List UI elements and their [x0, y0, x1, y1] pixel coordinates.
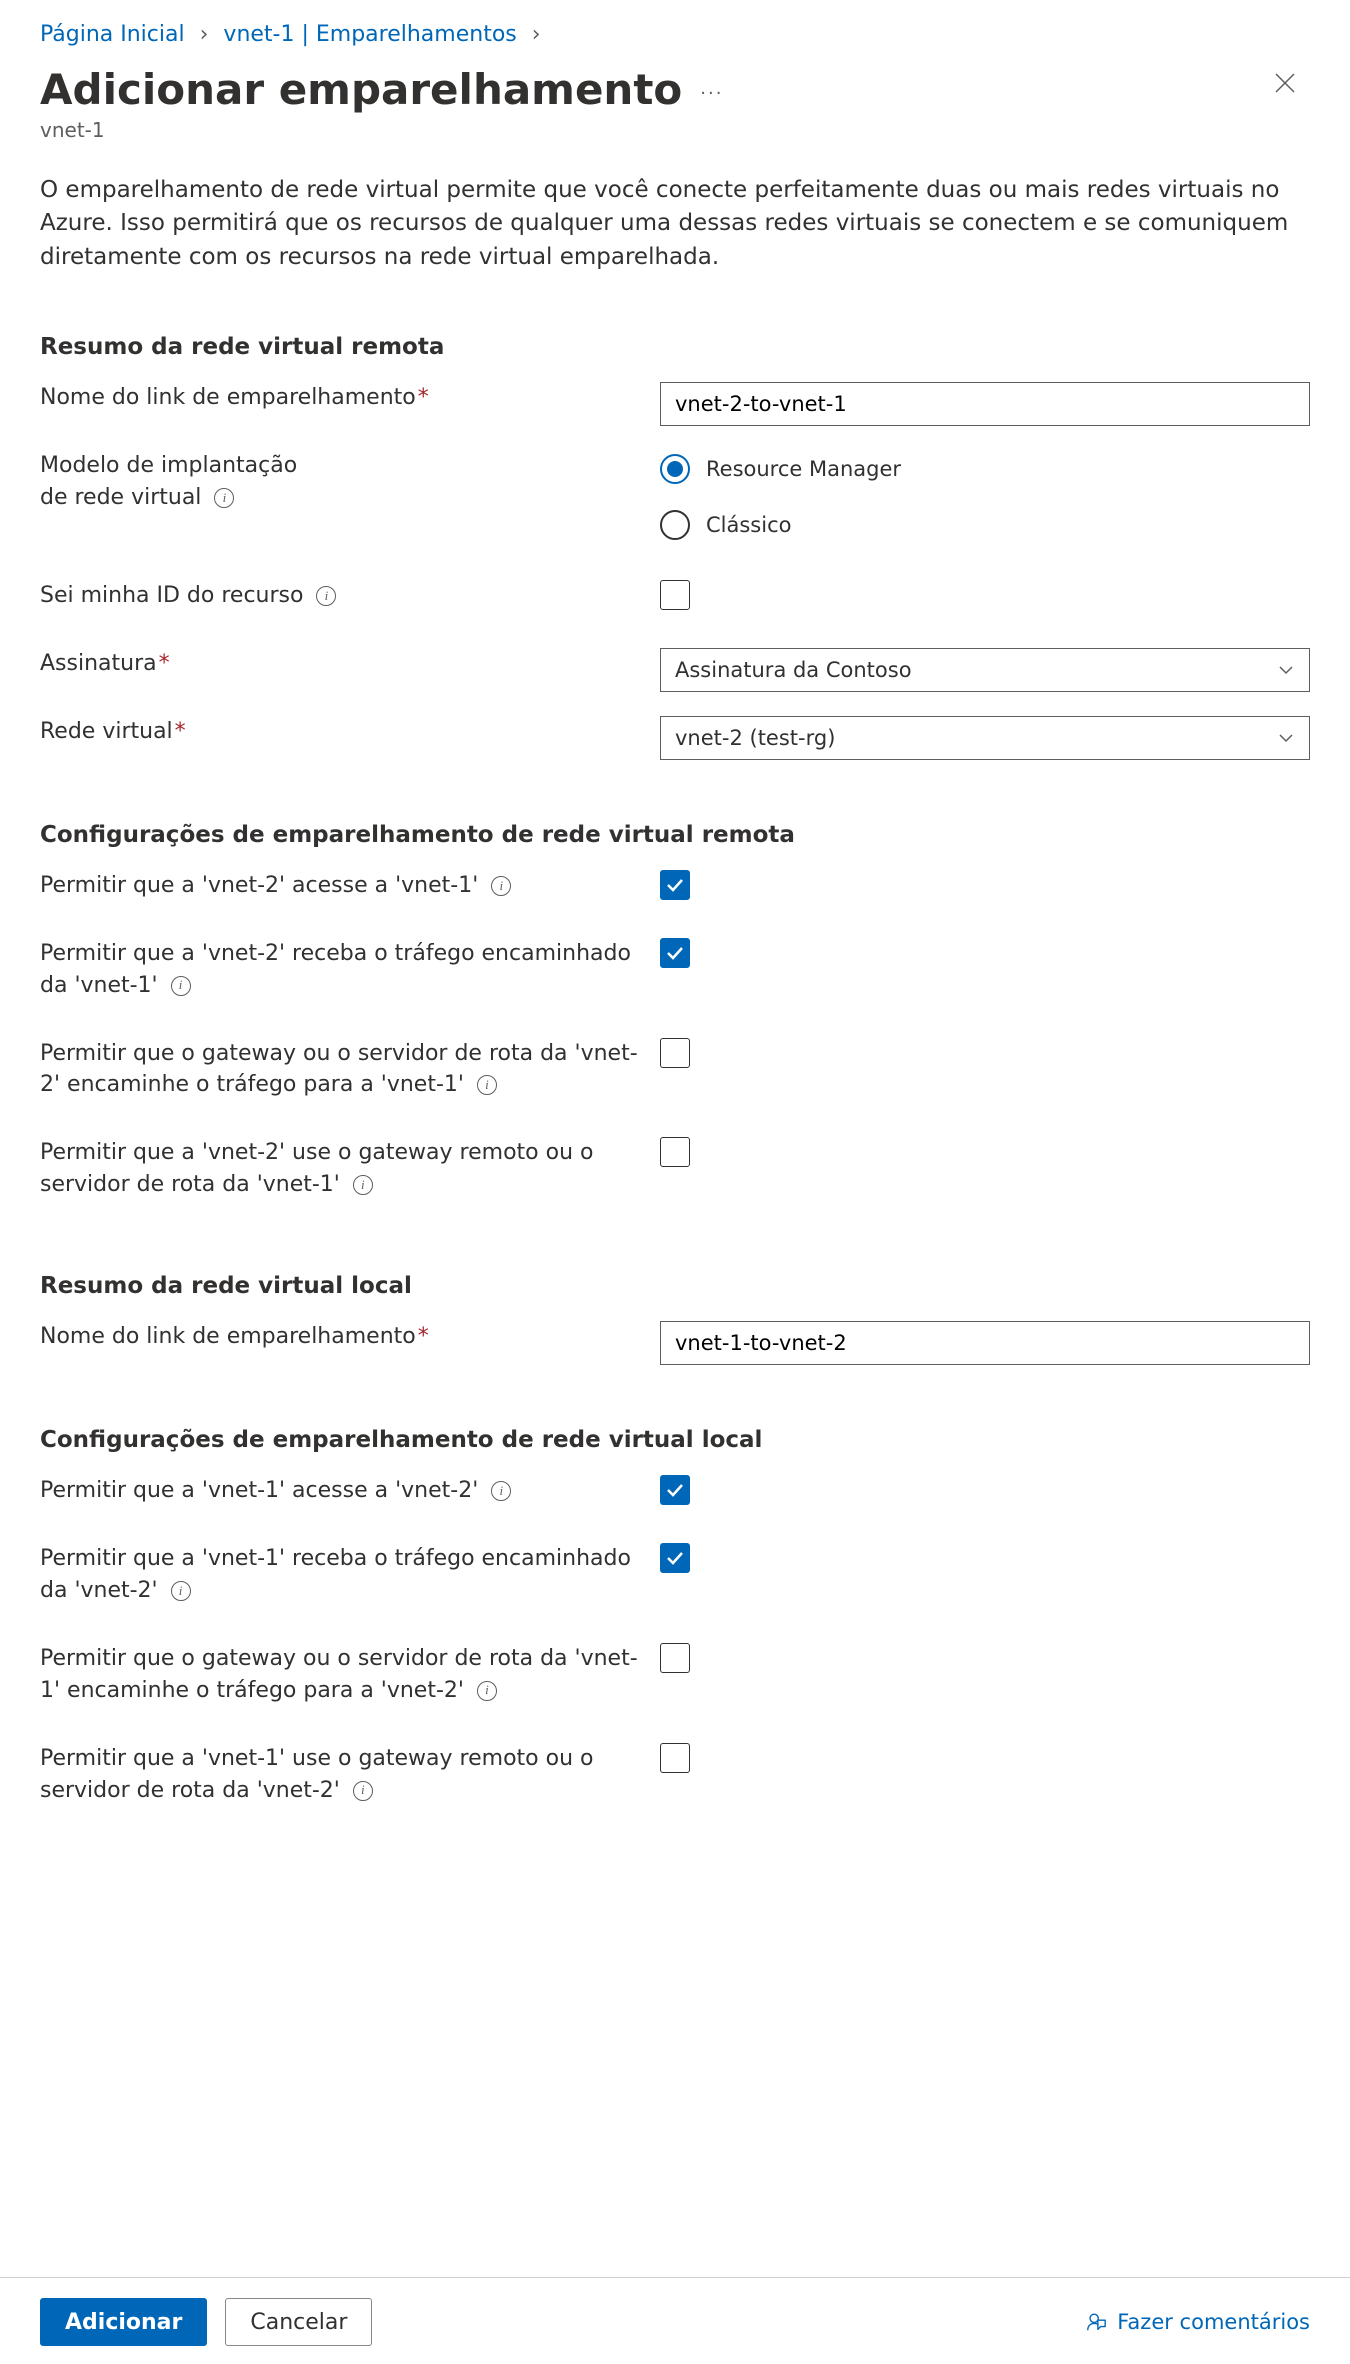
radio-resource-manager[interactable]: Resource Manager: [660, 454, 1310, 484]
chevron-right-icon: ›: [524, 22, 549, 47]
label-remote-link-name: Nome do link de emparelhamento: [40, 385, 416, 410]
label-remote-allow-forwarded: Permitir que a 'vnet-2' receba o tráfego…: [40, 941, 631, 998]
radio-button-unchecked-icon: [660, 510, 690, 540]
feedback-label: Fazer comentários: [1117, 2310, 1310, 2334]
required-indicator: *: [416, 1324, 429, 1349]
more-menu-icon[interactable]: ···: [700, 75, 723, 104]
required-indicator: *: [173, 719, 186, 744]
required-indicator: *: [416, 385, 429, 410]
cancel-button[interactable]: Cancelar: [225, 2298, 372, 2346]
chevron-down-icon: [1277, 661, 1295, 679]
close-icon: [1274, 72, 1296, 94]
info-icon[interactable]: i: [491, 1481, 511, 1501]
chevron-right-icon: ›: [192, 22, 217, 47]
checkbox-local-allow-access[interactable]: [660, 1475, 690, 1505]
footer-bar: Adicionar Cancelar Fazer comentários: [0, 2277, 1350, 2364]
checkbox-remote-allow-forwarded[interactable]: [660, 938, 690, 968]
checkmark-icon: [665, 1548, 685, 1568]
section-local-settings-title: Configurações de emparelhamento de rede …: [0, 1377, 1350, 1463]
checkbox-remote-allow-access[interactable]: [660, 870, 690, 900]
breadcrumb-home[interactable]: Página Inicial: [40, 22, 185, 47]
label-local-link-name: Nome do link de emparelhamento: [40, 1324, 416, 1349]
label-deployment-model-line1: Modelo de implantação: [40, 453, 297, 478]
required-indicator: *: [157, 651, 170, 676]
checkbox-local-use-gateway[interactable]: [660, 1743, 690, 1773]
radio-classic-label: Clássico: [706, 513, 791, 537]
info-icon[interactable]: i: [477, 1681, 497, 1701]
checkbox-know-resource-id[interactable]: [660, 580, 690, 610]
breadcrumb-vnet-peerings[interactable]: vnet-1 | Emparelhamentos: [223, 22, 516, 47]
label-remote-gateway-forward: Permitir que o gateway ou o servidor de …: [40, 1041, 638, 1098]
remote-link-name-input[interactable]: [660, 382, 1310, 426]
radio-classic[interactable]: Clássico: [660, 510, 1310, 540]
page-title: Adicionar emparelhamento: [40, 65, 682, 114]
label-local-allow-forwarded: Permitir que a 'vnet-1' receba o tráfego…: [40, 1546, 631, 1603]
label-know-resource-id: Sei minha ID do recurso: [40, 583, 303, 608]
info-icon[interactable]: i: [316, 586, 336, 606]
label-local-use-gateway: Permitir que a 'vnet-1' use o gateway re…: [40, 1746, 593, 1803]
section-local-summary-title: Resumo da rede virtual local: [0, 1213, 1350, 1309]
label-remote-use-gateway: Permitir que a 'vnet-2' use o gateway re…: [40, 1140, 593, 1197]
section-remote-summary-title: Resumo da rede virtual remota: [0, 274, 1350, 370]
subscription-value: Assinatura da Contoso: [675, 658, 912, 682]
label-remote-allow-access: Permitir que a 'vnet-2' acesse a 'vnet-1…: [40, 873, 478, 898]
virtual-network-value: vnet-2 (test-rg): [675, 726, 835, 750]
info-icon[interactable]: i: [353, 1175, 373, 1195]
radio-resource-manager-label: Resource Manager: [706, 457, 901, 481]
subscription-select[interactable]: Assinatura da Contoso: [660, 648, 1310, 692]
label-deployment-model-line2: de rede virtual: [40, 485, 201, 510]
info-icon[interactable]: i: [477, 1075, 497, 1095]
section-remote-settings-title: Configurações de emparelhamento de rede …: [0, 772, 1350, 858]
chevron-down-icon: [1277, 729, 1295, 747]
virtual-network-select[interactable]: vnet-2 (test-rg): [660, 716, 1310, 760]
checkmark-icon: [665, 1480, 685, 1500]
info-icon[interactable]: i: [491, 876, 511, 896]
label-local-allow-access: Permitir que a 'vnet-1' acesse a 'vnet-2…: [40, 1478, 478, 1503]
checkmark-icon: [665, 875, 685, 895]
info-icon[interactable]: i: [214, 488, 234, 508]
close-button[interactable]: [1260, 65, 1310, 105]
radio-button-checked-icon: [660, 454, 690, 484]
checkmark-icon: [665, 943, 685, 963]
checkbox-local-allow-forwarded[interactable]: [660, 1543, 690, 1573]
checkbox-remote-use-gateway[interactable]: [660, 1137, 690, 1167]
feedback-icon: [1085, 2311, 1107, 2333]
info-icon[interactable]: i: [171, 1581, 191, 1601]
label-subscription: Assinatura: [40, 651, 157, 676]
info-icon[interactable]: i: [353, 1781, 373, 1801]
feedback-link[interactable]: Fazer comentários: [1085, 2310, 1310, 2334]
label-local-gateway-forward: Permitir que o gateway ou o servidor de …: [40, 1646, 638, 1703]
page-subtitle: vnet-1: [40, 118, 723, 142]
checkbox-local-gateway-forward[interactable]: [660, 1643, 690, 1673]
info-icon[interactable]: i: [171, 976, 191, 996]
description-text: O emparelhamento de rede virtual permite…: [0, 142, 1350, 274]
add-button[interactable]: Adicionar: [40, 2298, 207, 2346]
label-virtual-network: Rede virtual: [40, 719, 173, 744]
breadcrumb: Página Inicial › vnet-1 | Emparelhamento…: [0, 0, 1350, 57]
checkbox-remote-gateway-forward[interactable]: [660, 1038, 690, 1068]
local-link-name-input[interactable]: [660, 1321, 1310, 1365]
